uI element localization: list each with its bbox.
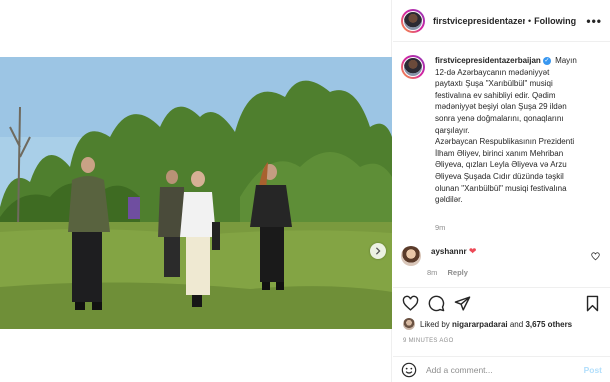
author-username[interactable]: firstvicepresidentazerb: [433, 16, 525, 26]
comment-body: ayshannr ❤: [431, 246, 476, 266]
caption-line: Əliyeva, qızları Leyla Əliyeva və Arzu: [435, 160, 567, 170]
post-photo[interactable]: [0, 57, 392, 329]
smiley-icon[interactable]: [401, 362, 417, 378]
commenter-avatar[interactable]: [401, 246, 421, 266]
photo-scene: [0, 57, 392, 329]
add-comment-bar: Post: [393, 356, 610, 382]
post-caption: firstvicepresidentazerbaijan ✓ Mayın 12-d…: [401, 55, 606, 232]
caption-line: mədəniyyət beşiyi olan Şuşa 29 ildən: [435, 102, 567, 112]
comment-timestamp: 8m: [427, 268, 438, 277]
caption-line: Mayın: [555, 56, 577, 65]
more-options-icon[interactable]: •••: [586, 14, 602, 28]
comment-like-heart-icon[interactable]: [591, 252, 600, 261]
caption-line: festivalına ev sahibliyi edir. Qədim: [435, 90, 556, 100]
liker-username[interactable]: nigararpadarai: [452, 320, 508, 329]
comment-item: ayshannr ❤ 8m Reply: [401, 246, 606, 277]
caption-line: İlham Əliyev, birinci xanım Mehriban: [435, 148, 564, 158]
likes-summary: Liked by nigararpadarai and 3,675 others: [403, 318, 572, 330]
paper-plane-icon[interactable]: [454, 295, 471, 312]
post-header: firstvicepresidentazerb • Following •••: [393, 0, 610, 42]
chevron-right-icon: [375, 247, 381, 255]
post-time-ago: 9 MINUTES AGO: [403, 338, 454, 344]
bookmark-icon[interactable]: [584, 295, 601, 312]
post-comment-button[interactable]: Post: [584, 365, 602, 375]
likes-and: and: [509, 319, 524, 329]
author-avatar[interactable]: [401, 8, 425, 33]
liker-avatar[interactable]: [403, 318, 415, 330]
caption-timestamp: 9m: [435, 223, 446, 232]
reply-button[interactable]: Reply: [448, 268, 468, 277]
caption-line: paytaxtı Şuşa "Xarıbülbül" musiqi: [435, 79, 553, 89]
caption-username[interactable]: firstvicepresidentazerbaijan: [435, 56, 541, 65]
commenter-username[interactable]: ayshannr: [431, 247, 467, 256]
caption-text: firstvicepresidentazerbaijan ✓ Mayın 12-d…: [435, 55, 605, 206]
comment-bubble-icon[interactable]: [428, 295, 445, 312]
post-panel: firstvicepresidentazerb • Following ••• …: [393, 0, 610, 382]
caption-line: qarşılayır.: [435, 125, 470, 135]
separator-dot: •: [528, 15, 532, 26]
likes-count[interactable]: 3,675 others: [525, 320, 572, 329]
heart-outline-icon[interactable]: [402, 295, 419, 312]
next-photo-button[interactable]: [370, 243, 386, 259]
comment-heart-emoji: ❤: [468, 246, 477, 256]
caption-line: gəldilər.: [435, 195, 463, 205]
following-button[interactable]: Following: [534, 16, 576, 26]
caption-line: olunan "Xarıbülbül" musiqi festivalına: [435, 183, 567, 193]
comment-meta: 8m Reply: [427, 268, 476, 277]
likes-prefix: Liked by: [420, 319, 450, 329]
caption-line: Azərbaycan Respublikasının Prezidenti: [435, 137, 575, 147]
comment-input[interactable]: [426, 364, 584, 375]
caption-line: sonra yenə doğmalarını, qonaqlarını: [435, 113, 564, 123]
caption-author-avatar[interactable]: [401, 55, 425, 79]
post-media: [0, 0, 392, 382]
caption-line: Əliyeva Şuşada Cıdır düzündə təşkil: [435, 171, 564, 181]
action-bar: [393, 287, 610, 317]
verified-badge-icon: ✓: [542, 56, 551, 65]
caption-line: 12-də Azərbaycanın mədəniyyət: [435, 67, 550, 77]
